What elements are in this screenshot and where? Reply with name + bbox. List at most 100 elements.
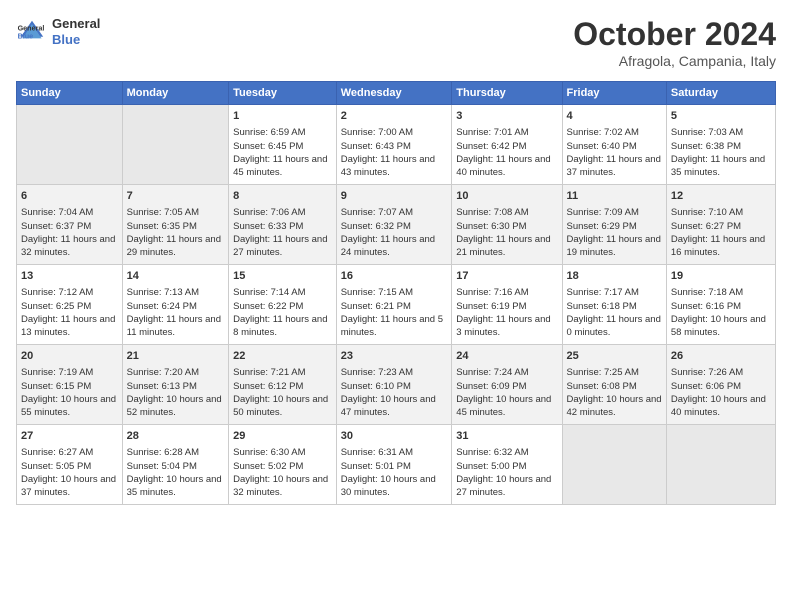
day-number: 23 — [341, 349, 448, 364]
day-info: Sunrise: 6:30 AM Sunset: 5:02 PM Dayligh… — [233, 446, 332, 499]
day-info: Sunrise: 7:18 AM Sunset: 6:16 PM Dayligh… — [671, 286, 771, 339]
calendar-cell: 17 Sunrise: 7:16 AM Sunset: 6:19 PM Dayli… — [452, 265, 562, 345]
day-number: 9 — [341, 189, 448, 204]
svg-text:Blue: Blue — [18, 31, 34, 40]
calendar-cell: 12 Sunrise: 7:10 AM Sunset: 6:27 PM Dayli… — [666, 185, 775, 265]
day-number: 31 — [456, 429, 557, 444]
day-number: 12 — [671, 189, 771, 204]
calendar-cell: 14Sunrise: 7:13 AM Sunset: 6:24 PM Dayli… — [122, 265, 229, 345]
calendar-cell: 29 Sunrise: 6:30 AM Sunset: 5:02 PM Dayli… — [229, 425, 337, 505]
calendar-cell: 22Sunrise: 7:21 AM Sunset: 6:12 PM Dayli… — [229, 345, 337, 425]
calendar-cell — [562, 425, 666, 505]
day-number: 26 — [671, 349, 771, 364]
calendar-cell: 5 Sunrise: 7:03 AM Sunset: 6:38 PM Daylig… — [666, 105, 775, 185]
logo-text-line1: General — [52, 16, 100, 32]
day-info: Sunrise: 7:01 AM Sunset: 6:42 PM Dayligh… — [456, 126, 557, 179]
calendar-cell: 31 Sunrise: 6:32 AM Sunset: 5:00 PM Dayli… — [452, 425, 562, 505]
day-number: 3 — [456, 109, 557, 124]
calendar-cell: 23 Sunrise: 7:23 AM Sunset: 6:10 PM Dayli… — [336, 345, 452, 425]
calendar-cell: 18 Sunrise: 7:17 AM Sunset: 6:18 PM Dayli… — [562, 265, 666, 345]
day-number: 11 — [567, 189, 662, 204]
day-number: 24 — [456, 349, 557, 364]
day-info: Sunrise: 7:03 AM Sunset: 6:38 PM Dayligh… — [671, 126, 771, 179]
day-number: 17 — [456, 269, 557, 284]
day-number: 29 — [233, 429, 332, 444]
logo-text-line2: Blue — [52, 32, 100, 48]
day-info: Sunrise: 7:26 AM Sunset: 6:06 PM Dayligh… — [671, 366, 771, 419]
day-number: 7 — [127, 189, 225, 204]
weekday-header-tuesday: Tuesday — [229, 82, 337, 105]
day-info: Sunrise: 7:24 AM Sunset: 6:09 PM Dayligh… — [456, 366, 557, 419]
calendar-cell: 2 Sunrise: 7:00 AM Sunset: 6:43 PM Daylig… — [336, 105, 452, 185]
calendar-cell: 15 Sunrise: 7:14 AM Sunset: 6:22 PM Dayli… — [229, 265, 337, 345]
day-info: Sunrise: 7:15 AM Sunset: 6:21 PM Dayligh… — [341, 286, 448, 339]
day-number: 2 — [341, 109, 448, 124]
week-row-3: 13Sunrise: 7:12 AM Sunset: 6:25 PM Dayli… — [17, 265, 776, 345]
location: Afragola, Campania, Italy — [573, 53, 776, 69]
page-header: General Blue General Blue October 2024 A… — [16, 16, 776, 69]
day-info: Sunrise: 6:59 AM Sunset: 6:45 PM Dayligh… — [233, 126, 332, 179]
day-number: 6 — [21, 189, 118, 204]
calendar-cell: 8 Sunrise: 7:06 AM Sunset: 6:33 PM Daylig… — [229, 185, 337, 265]
week-row-1: 1Sunrise: 6:59 AM Sunset: 6:45 PM Daylig… — [17, 105, 776, 185]
day-info: Sunrise: 6:32 AM Sunset: 5:00 PM Dayligh… — [456, 446, 557, 499]
day-info: Sunrise: 7:14 AM Sunset: 6:22 PM Dayligh… — [233, 286, 332, 339]
day-number: 14 — [127, 269, 225, 284]
day-info: Sunrise: 7:20 AM Sunset: 6:13 PM Dayligh… — [127, 366, 225, 419]
day-number: 8 — [233, 189, 332, 204]
day-info: Sunrise: 7:07 AM Sunset: 6:32 PM Dayligh… — [341, 206, 448, 259]
week-row-2: 6 Sunrise: 7:04 AM Sunset: 6:37 PM Daylig… — [17, 185, 776, 265]
day-number: 15 — [233, 269, 332, 284]
day-info: Sunrise: 6:31 AM Sunset: 5:01 PM Dayligh… — [341, 446, 448, 499]
calendar-cell: 10Sunrise: 7:08 AM Sunset: 6:30 PM Dayli… — [452, 185, 562, 265]
calendar-cell: 1Sunrise: 6:59 AM Sunset: 6:45 PM Daylig… — [229, 105, 337, 185]
day-info: Sunrise: 7:02 AM Sunset: 6:40 PM Dayligh… — [567, 126, 662, 179]
calendar-cell: 13Sunrise: 7:12 AM Sunset: 6:25 PM Dayli… — [17, 265, 123, 345]
calendar-cell: 30Sunrise: 6:31 AM Sunset: 5:01 PM Dayli… — [336, 425, 452, 505]
month-title: October 2024 — [573, 16, 776, 53]
logo: General Blue General Blue — [16, 16, 100, 48]
calendar-cell: 25 Sunrise: 7:25 AM Sunset: 6:08 PM Dayli… — [562, 345, 666, 425]
calendar-cell: 9 Sunrise: 7:07 AM Sunset: 6:32 PM Daylig… — [336, 185, 452, 265]
week-row-5: 27Sunrise: 6:27 AM Sunset: 5:05 PM Dayli… — [17, 425, 776, 505]
weekday-header-saturday: Saturday — [666, 82, 775, 105]
weekday-header-monday: Monday — [122, 82, 229, 105]
calendar-cell: 24 Sunrise: 7:24 AM Sunset: 6:09 PM Dayli… — [452, 345, 562, 425]
day-number: 18 — [567, 269, 662, 284]
day-info: Sunrise: 7:23 AM Sunset: 6:10 PM Dayligh… — [341, 366, 448, 419]
calendar-cell: 7 Sunrise: 7:05 AM Sunset: 6:35 PM Daylig… — [122, 185, 229, 265]
day-number: 28 — [127, 429, 225, 444]
day-number: 20 — [21, 349, 118, 364]
day-info: Sunrise: 7:00 AM Sunset: 6:43 PM Dayligh… — [341, 126, 448, 179]
calendar-cell: 19 Sunrise: 7:18 AM Sunset: 6:16 PM Dayli… — [666, 265, 775, 345]
calendar-cell — [122, 105, 229, 185]
calendar-cell: 3 Sunrise: 7:01 AM Sunset: 6:42 PM Daylig… — [452, 105, 562, 185]
weekday-header-wednesday: Wednesday — [336, 82, 452, 105]
calendar-cell: 20 Sunrise: 7:19 AM Sunset: 6:15 PM Dayli… — [17, 345, 123, 425]
day-info: Sunrise: 7:04 AM Sunset: 6:37 PM Dayligh… — [21, 206, 118, 259]
calendar-cell: 11Sunrise: 7:09 AM Sunset: 6:29 PM Dayli… — [562, 185, 666, 265]
day-info: Sunrise: 7:21 AM Sunset: 6:12 PM Dayligh… — [233, 366, 332, 419]
title-block: October 2024 Afragola, Campania, Italy — [573, 16, 776, 69]
day-number: 5 — [671, 109, 771, 124]
day-info: Sunrise: 7:12 AM Sunset: 6:25 PM Dayligh… — [21, 286, 118, 339]
calendar-cell — [666, 425, 775, 505]
day-number: 19 — [671, 269, 771, 284]
day-info: Sunrise: 7:05 AM Sunset: 6:35 PM Dayligh… — [127, 206, 225, 259]
day-info: Sunrise: 7:17 AM Sunset: 6:18 PM Dayligh… — [567, 286, 662, 339]
weekday-header-sunday: Sunday — [17, 82, 123, 105]
calendar-cell: 21Sunrise: 7:20 AM Sunset: 6:13 PM Dayli… — [122, 345, 229, 425]
day-info: Sunrise: 7:16 AM Sunset: 6:19 PM Dayligh… — [456, 286, 557, 339]
logo-icon: General Blue — [16, 16, 48, 48]
calendar-cell: 4Sunrise: 7:02 AM Sunset: 6:40 PM Daylig… — [562, 105, 666, 185]
day-info: Sunrise: 7:19 AM Sunset: 6:15 PM Dayligh… — [21, 366, 118, 419]
day-info: Sunrise: 7:10 AM Sunset: 6:27 PM Dayligh… — [671, 206, 771, 259]
day-info: Sunrise: 7:06 AM Sunset: 6:33 PM Dayligh… — [233, 206, 332, 259]
calendar-table: SundayMondayTuesdayWednesdayThursdayFrid… — [16, 81, 776, 505]
calendar-cell: 27Sunrise: 6:27 AM Sunset: 5:05 PM Dayli… — [17, 425, 123, 505]
day-number: 25 — [567, 349, 662, 364]
day-info: Sunrise: 7:08 AM Sunset: 6:30 PM Dayligh… — [456, 206, 557, 259]
day-info: Sunrise: 6:28 AM Sunset: 5:04 PM Dayligh… — [127, 446, 225, 499]
calendar-cell: 16Sunrise: 7:15 AM Sunset: 6:21 PM Dayli… — [336, 265, 452, 345]
day-info: Sunrise: 7:25 AM Sunset: 6:08 PM Dayligh… — [567, 366, 662, 419]
